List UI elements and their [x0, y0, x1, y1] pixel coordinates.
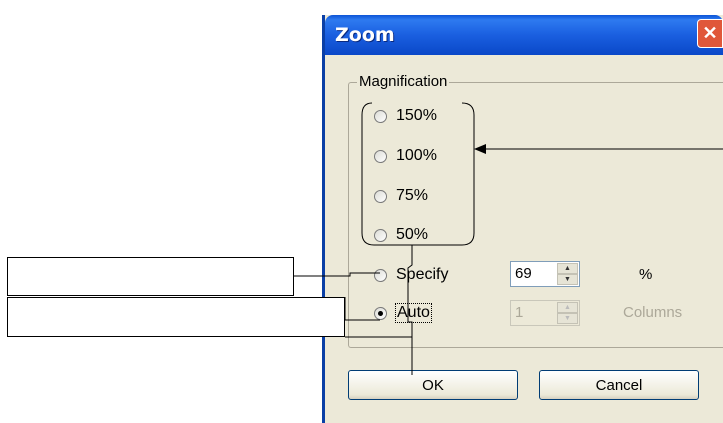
preset-bracket — [361, 102, 475, 246]
specify-leader — [294, 272, 380, 277]
ok-leader — [407, 245, 413, 375]
annotation-overlay — [294, 102, 723, 375]
auto-leader — [344, 297, 380, 321]
arrow-head — [474, 144, 486, 154]
